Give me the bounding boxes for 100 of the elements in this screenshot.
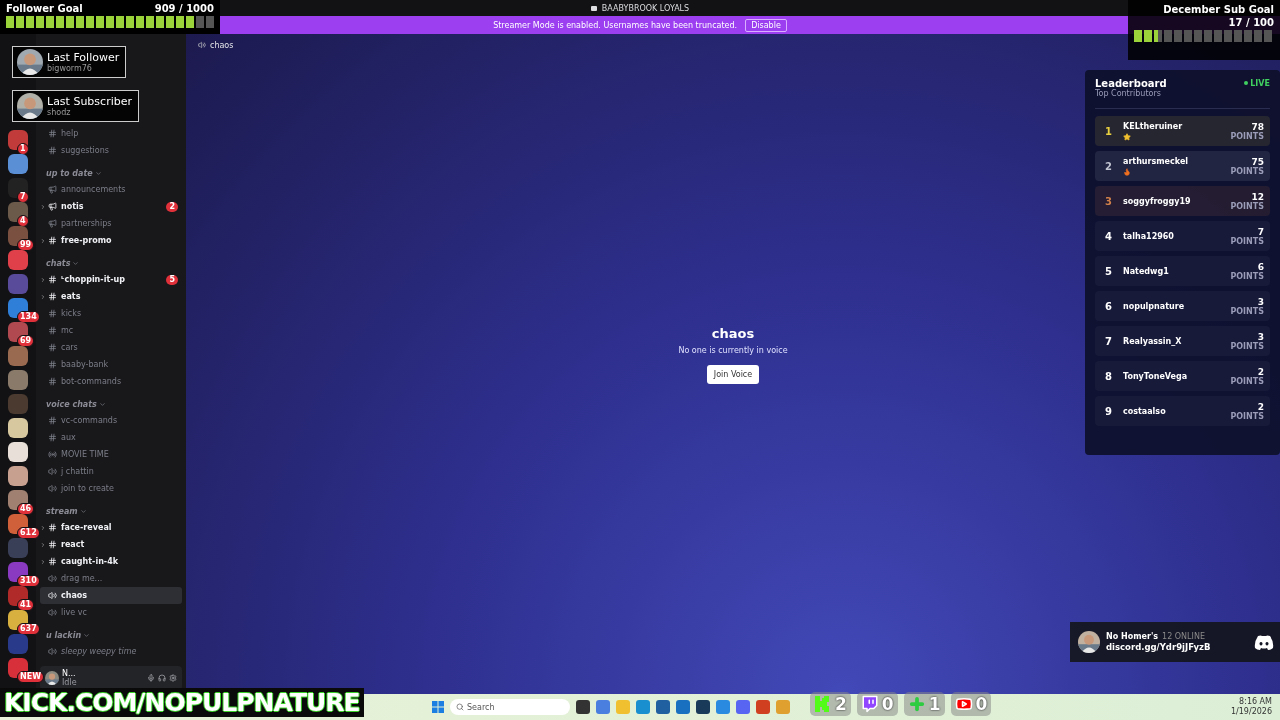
channel-item[interactable]: eats [40,288,182,305]
points-label: POINTS [1230,376,1264,386]
microphone-icon[interactable] [147,674,155,682]
channel-item[interactable]: announcements [40,181,182,198]
channel-item[interactable]: cars [40,339,182,356]
channel-item[interactable]: free-promo [40,232,182,249]
points-value: 2 [1257,366,1264,377]
category-label[interactable]: chats [40,249,182,271]
goal-title: Follower Goal [6,3,83,14]
expand-icon[interactable] [40,524,46,531]
channel-item[interactable]: vc-commands [40,412,182,429]
expand-icon[interactable] [40,293,46,300]
hash-icon [48,360,57,369]
unread-badge: 41 [17,599,35,611]
channel-item[interactable]: react [40,536,182,553]
server-icon[interactable] [8,154,28,174]
windows-icon[interactable] [432,701,444,713]
speaker-icon [48,484,57,493]
mention-badge: 2 [166,201,178,212]
mention-badge: 5 [166,274,178,285]
join-voice-button[interactable]: Join Voice [706,365,760,384]
app-icon[interactable] [576,700,590,714]
app-icon[interactable] [696,700,710,714]
counter-value: 2 [835,694,847,714]
hash-icon [48,523,57,532]
megaphone-icon [48,219,57,228]
channel-item[interactable]: MOVIE TIME [40,446,182,463]
channel-item[interactable]: notis 2 [40,198,182,215]
category-label[interactable]: u lackin [40,621,182,643]
expand-icon[interactable] [40,558,46,565]
username: N... [62,669,77,678]
card-title: Last Subscriber [47,95,132,108]
rank-number: 3 [1105,195,1113,207]
hash-icon [48,146,57,155]
channel-item[interactable]: partnerships [40,215,182,232]
category-label[interactable]: stream [40,497,182,519]
unread-badge: 99 [17,239,35,251]
points-value: 2 [1257,401,1264,412]
channel-item[interactable]: suggestions [40,142,182,159]
search-field[interactable]: Search [450,699,570,715]
rank-number: 2 [1105,160,1113,172]
channel-item[interactable]: mc [40,322,182,339]
server-icon[interactable] [8,466,28,486]
channel-item[interactable]: caught-in-4k [40,553,182,570]
app-icon[interactable] [656,700,670,714]
expand-icon[interactable] [40,203,46,210]
channel-item[interactable]: join to create [40,480,182,497]
counter-value: 1 [928,694,941,714]
headphones-icon[interactable] [158,674,166,682]
chevron-down-icon [72,259,80,267]
channel-item[interactable]: kicks [40,305,182,322]
channel-item[interactable]: drag me... [40,570,182,587]
channel-item[interactable]: live vc [40,604,182,621]
points-value: 6 [1257,261,1264,272]
server-icon[interactable] [8,178,28,198]
user-status: Idle [62,678,78,687]
unread-badge: NEW [17,671,44,683]
expand-icon[interactable] [40,541,46,548]
chevron-down-icon [98,400,106,408]
speaker-icon [198,41,206,49]
server-icon[interactable] [8,442,28,462]
unread-badge: 46 [17,503,35,515]
channel-item[interactable]: j chattin [40,463,182,480]
settings-icon[interactable] [169,674,177,682]
goal-count: 17 / 100 [1228,17,1274,28]
app-icon[interactable] [736,700,750,714]
app-icon[interactable] [756,700,770,714]
clock-date: 1/19/2026 [1230,707,1272,717]
contributor-name: talha12960 [1123,231,1175,241]
channel-item[interactable]: chaos [40,587,182,604]
online-count: 12 ONLINE [1162,632,1205,641]
expand-icon[interactable] [40,237,46,244]
server-icon[interactable] [8,202,28,222]
points-label: POINTS [1230,306,1264,316]
server-icon[interactable] [8,418,28,438]
category-label[interactable]: up to date [40,159,182,181]
window-title: BAABYBROOK LOYALS [601,3,690,13]
chevron-down-icon [94,169,102,177]
points-label: POINTS [1230,236,1264,246]
app-icon[interactable] [676,700,690,714]
disable-button[interactable]: Disable [745,18,787,32]
server-icon [590,5,597,11]
channel-item[interactable]: face-reveal [40,519,182,536]
unread-badge: 310 [17,575,40,587]
hash-icon [48,540,57,549]
channel-item[interactable]: sleepy weepy time [40,643,182,660]
expand-icon[interactable] [40,276,46,283]
channel-item[interactable]: aux [40,429,182,446]
channel-item[interactable]: bot-commands [40,373,182,390]
hash-icon [48,309,57,318]
rank-number: 8 [1105,370,1113,382]
rank-number: 4 [1105,230,1113,242]
speaker-icon [48,574,57,583]
channel-item[interactable]: baaby-bank [40,356,182,373]
channel-item[interactable]: help [40,125,182,142]
category-label[interactable]: voice chats [40,390,182,412]
speaker-icon [48,647,57,656]
points-label: POINTS [1230,411,1264,421]
channel-item[interactable]: ᒻchoppin-it-up 5 [40,271,182,288]
server-icon[interactable] [8,130,28,150]
